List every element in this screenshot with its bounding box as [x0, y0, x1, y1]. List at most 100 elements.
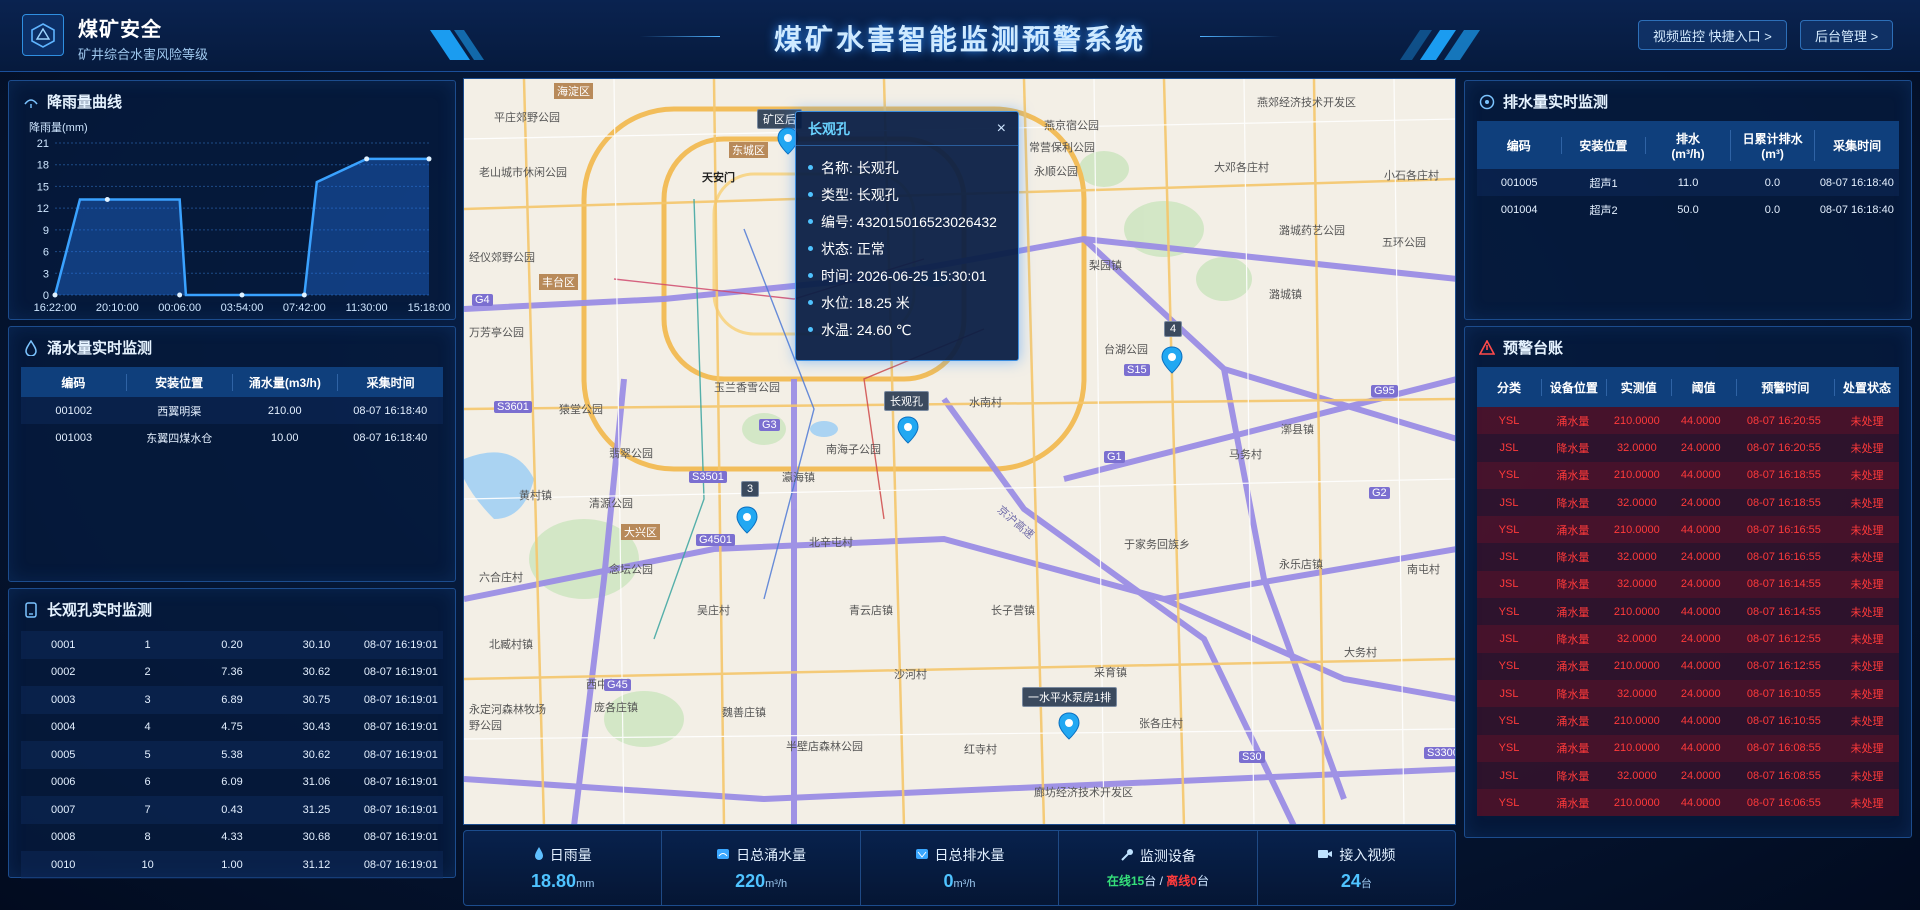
- table-cell: JSL: [1499, 551, 1519, 564]
- road-shield: G4: [472, 294, 493, 306]
- drain-table: 编码 安装位置 排水 (m³/h) 日累计排水 (m³) 采集时间 001005…: [1477, 121, 1899, 223]
- inflow-col-value: 涌水量(m3/h): [233, 373, 339, 391]
- table-row[interactable]: 001005 超声1 11.0 0.0 08-07 16:18:40: [1477, 169, 1899, 196]
- table-row[interactable]: 001004 超声2 50.0 0.0 08-07 16:18:40: [1477, 196, 1899, 223]
- map-pin-pump-icon[interactable]: [1058, 712, 1080, 740]
- table-cell: 08-07 16:06:55: [1746, 796, 1821, 809]
- table-row[interactable]: 0004 4 4.75 30.43 08-07 16:19:01: [21, 714, 443, 742]
- stat-value: 0: [943, 870, 954, 891]
- header-line-right: [1200, 36, 1280, 37]
- table-cell: YSL: [1498, 414, 1520, 427]
- table-cell: 降水量: [1556, 634, 1590, 647]
- devices-unit: 台: [1196, 874, 1209, 888]
- map-pin-3-icon[interactable]: [736, 506, 758, 534]
- bullet-icon: [808, 165, 813, 170]
- popup-item-text: 水温: 24.60 ℃: [821, 321, 912, 338]
- table-row[interactable]: 0003 3 6.89 30.75 08-07 16:19:01: [21, 686, 443, 714]
- table-row[interactable]: YSL 涌水量 210.0000 44.0000 08-07 16:10:55 未处理: [1477, 707, 1899, 735]
- header: 煤矿安全 矿井综合水害风险等级 煤矿水害智能监测预警系统 视频监控 快捷入口 >…: [0, 0, 1920, 72]
- table-row[interactable]: 001002 西翼明渠 210.00 08-07 16:18:40: [21, 397, 443, 424]
- table-cell: 210.0000: [1613, 742, 1660, 755]
- district-dongcheng: 东城区: [729, 142, 768, 158]
- table-row[interactable]: JSL 降水量 32.0000 24.0000 08-07 16:14:55 未处理: [1477, 570, 1899, 599]
- map-label: 大务村: [1344, 647, 1377, 659]
- drain-title: 排水量实时监测: [1503, 94, 1609, 111]
- admin-button[interactable]: 后台管理 >: [1800, 20, 1894, 50]
- stat-label: 日雨量: [549, 846, 592, 863]
- table-row[interactable]: JSL 降水量 32.0000 24.0000 08-07 16:12:55 未处理: [1477, 625, 1899, 653]
- table-row[interactable]: JSL 降水量 32.0000 24.0000 08-07 16:08:55 未处理: [1477, 761, 1899, 790]
- table-row[interactable]: 0010 10 1.00 31.12 08-07 16:19:01: [21, 851, 443, 879]
- table-row[interactable]: 0007 7 0.43 31.25 08-07 16:19:01: [21, 796, 443, 824]
- pin-tag-4: 4: [1164, 321, 1183, 337]
- map-label: 五环公园: [1382, 237, 1426, 249]
- table-row[interactable]: JSL 降水量 32.0000 24.0000 08-07 16:16:55 未处理: [1477, 543, 1899, 571]
- table-cell: 210.0000: [1613, 523, 1660, 536]
- table-row[interactable]: 0006 6 6.09 31.06 08-07 16:19:01: [21, 769, 443, 797]
- stat-label: 日总涌水量: [736, 846, 807, 863]
- table-cell: 涌水量: [1556, 606, 1590, 619]
- stat-daily-inflow: 日总涌水量 220m³/h: [662, 831, 861, 905]
- table-row[interactable]: 0001 1 0.20 30.10 08-07 16:19:01: [21, 631, 443, 659]
- popup-title: 长观孔: [808, 120, 850, 137]
- popup-item-text: 名称: 长观孔: [821, 159, 899, 176]
- water-drop-icon: [23, 339, 39, 356]
- table-row[interactable]: YSL 涌水量 210.0000 44.0000 08-07 16:16:55 未处理: [1477, 516, 1899, 544]
- table-row[interactable]: YSL 涌水量 210.0000 44.0000 08-07 16:20:55 未处理: [1477, 407, 1899, 435]
- table-cell: 0002: [50, 666, 76, 679]
- table-row[interactable]: YSL 涌水量 210.0000 44.0000 08-07 16:14:55 未处理: [1477, 598, 1899, 626]
- district-haidian: 海淀区: [554, 83, 593, 99]
- table-row[interactable]: 0008 8 4.33 30.68 08-07 16:19:01: [21, 824, 443, 852]
- table-row[interactable]: JSL 降水量 32.0000 24.0000 08-07 16:20:55 未处理: [1477, 434, 1899, 462]
- stat-daily-drain: 日总排水量 0m³/h: [861, 831, 1060, 905]
- drain-col-location: 安装位置: [1562, 136, 1647, 154]
- map-label: 青云店镇: [849, 605, 893, 617]
- table-cell: 0001: [50, 638, 76, 651]
- table-row[interactable]: 0005 5 5.38 30.62 08-07 16:19:01: [21, 741, 443, 769]
- y-tick-label: 12: [37, 203, 49, 215]
- table-row[interactable]: YSL 涌水量 210.0000 44.0000 08-07 16:12:55 未处理: [1477, 652, 1899, 680]
- table-row[interactable]: JSL 降水量 32.0000 24.0000 08-07 16:10:55 未处理: [1477, 679, 1899, 708]
- table-cell: 08-07 16:16:55: [1746, 551, 1821, 564]
- table-row[interactable]: 001003 东翼四煤水仓 10.00 08-07 16:18:40: [21, 424, 443, 451]
- table-row[interactable]: JSL 降水量 32.0000 24.0000 08-07 16:18:55 未处理: [1477, 488, 1899, 517]
- y-axis-label: 降雨量(mm): [29, 120, 88, 134]
- pin-tag-hole: 长观孔: [884, 391, 929, 411]
- map-pin-4-icon[interactable]: [1161, 346, 1183, 374]
- y-tick-label: 6: [43, 247, 49, 259]
- table-cell: 未处理: [1850, 770, 1884, 783]
- alarm-table-body: YSL 涌水量 210.0000 44.0000 08-07 16:20:55 未处理 JS…: [1477, 407, 1899, 817]
- table-cell: 08-07 16:12:55: [1746, 660, 1821, 673]
- map-label: 南屯村: [1407, 564, 1440, 576]
- map-label: 常营保利公园: [1029, 142, 1095, 154]
- video-quick-entry-button[interactable]: 视频监控 快捷入口 >: [1638, 20, 1787, 50]
- table-cell: 0.0: [1764, 203, 1781, 216]
- table-cell: 08-07 16:18:40: [1819, 203, 1894, 216]
- warning-icon: [1479, 340, 1495, 356]
- map-label: 大邓各庄村: [1214, 162, 1269, 174]
- stat-unit: m³/h: [765, 877, 788, 890]
- table-cell: 32.0000: [1616, 687, 1657, 700]
- table-cell: 4.33: [221, 831, 243, 844]
- borehole-popup: 长观孔 × 名称: 长观孔 类型: 长观孔 编号: 4320150165230264…: [795, 111, 1019, 361]
- inflow-col-time: 采集时间: [366, 375, 415, 390]
- drain-panel: 排水量实时监测 编码 安装位置 排水 (m³/h) 日累计排水 (m³) 采集时…: [1464, 80, 1912, 320]
- table-cell: 30.43: [302, 721, 331, 734]
- table-cell: 08-07 16:10:55: [1746, 687, 1821, 700]
- table-cell: 0007: [50, 803, 76, 816]
- table-row[interactable]: YSL 涌水量 210.0000 44.0000 08-07 16:08:55 未处理: [1477, 734, 1899, 762]
- map-label: 野公园: [469, 720, 502, 732]
- map-pin-hole-icon[interactable]: [897, 416, 919, 444]
- table-row[interactable]: YSL 涌水量 210.0000 44.0000 08-07 16:06:55 未处理: [1477, 789, 1899, 817]
- table-cell: 1: [144, 638, 151, 651]
- popup-close-icon[interactable]: ×: [997, 120, 1006, 138]
- table-cell: 8: [144, 831, 151, 844]
- table-row[interactable]: YSL 涌水量 210.0000 44.0000 08-07 16:18:55 未处理: [1477, 461, 1899, 489]
- table-cell: 08-07 16:18:55: [1746, 469, 1821, 482]
- table-row[interactable]: 0002 2 7.36 30.62 08-07 16:19:01: [21, 659, 443, 687]
- table-cell: 1.00: [221, 858, 243, 871]
- table-cell: 24.0000: [1680, 551, 1721, 564]
- drain-col-daily: 日累计排水 (m³): [1731, 129, 1816, 161]
- bullet-icon: [808, 219, 813, 224]
- road-shield: G45: [604, 679, 631, 691]
